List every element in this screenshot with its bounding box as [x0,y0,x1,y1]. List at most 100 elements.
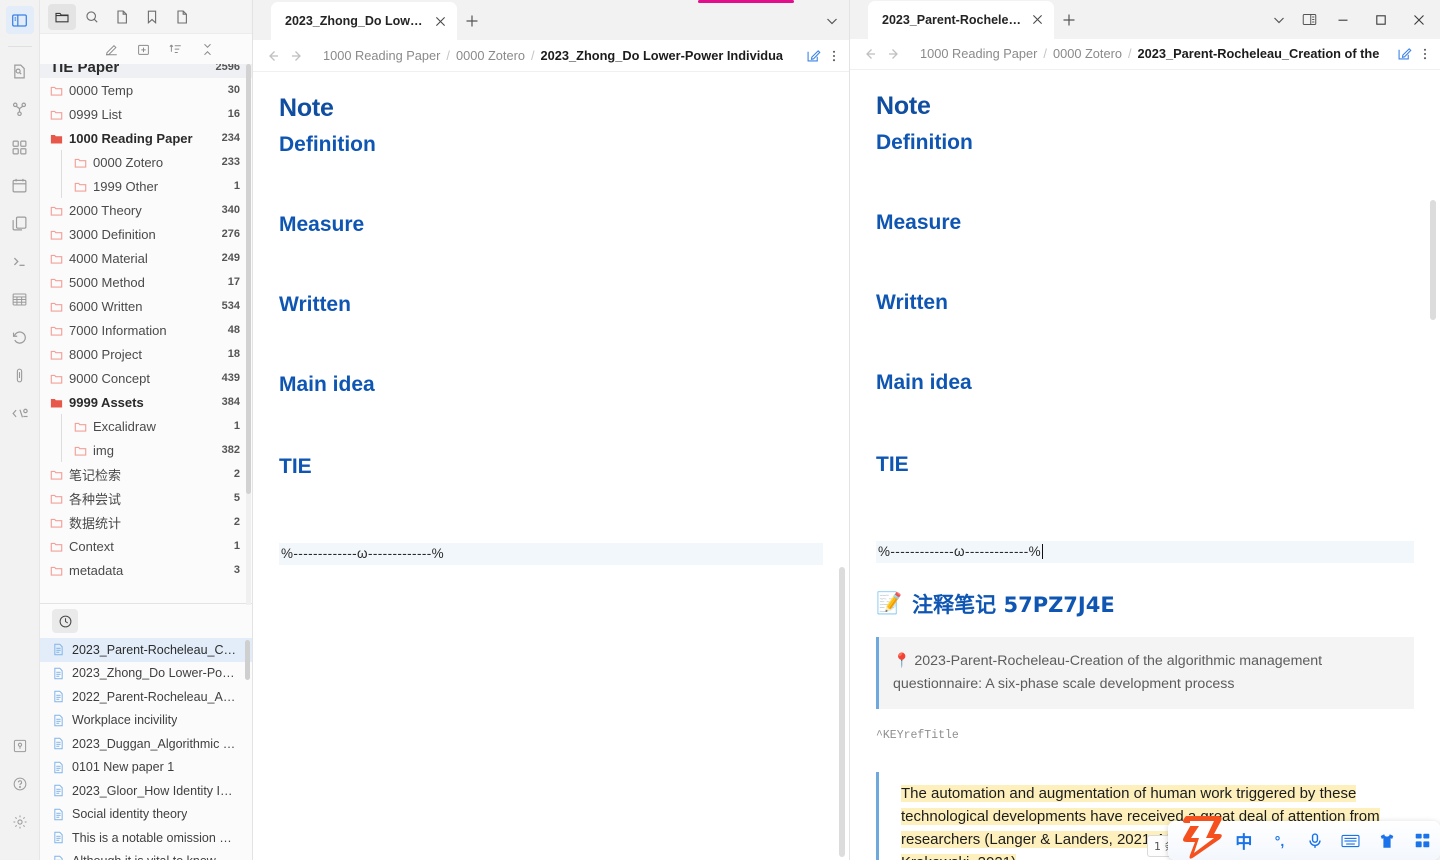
recent-item-7[interactable]: Social identity theory [40,803,252,827]
tree-item-18[interactable]: 数据统计 2 [40,510,252,534]
maximize-icon[interactable] [1362,1,1400,39]
more-vertical-icon[interactable] [1416,42,1434,66]
recent-item-1[interactable]: 2023_Zhong_Do Lower-Power... [40,662,252,686]
folder-icon[interactable] [48,3,76,30]
breadcrumb-crumb-1[interactable]: 1000 Reading Paper [920,46,1037,61]
separator-line[interactable]: %-------------ω-------------% [279,543,823,565]
bookmark-icon[interactable] [138,4,166,30]
minimize-icon[interactable] [1324,1,1362,39]
folder-tree[interactable]: TIE Paper 2596 0000 Temp 30 0999 List 16 1000 … [40,64,252,601]
recent-item-3[interactable]: Workplace incivility [40,709,252,733]
attachment-icon[interactable] [6,361,34,389]
tree-item-9[interactable]: 6000 Written 534 [40,294,252,318]
tree-item-10[interactable]: 7000 Information 48 [40,318,252,342]
arrow-right-icon[interactable] [882,42,906,66]
separator-line[interactable]: %-------------ω-------------% [876,540,1414,563]
recent-item-9[interactable]: Although it is vital to know w... [40,850,252,860]
sidebar-toggle-icon[interactable] [5,6,34,34]
edit-icon[interactable] [100,38,122,60]
tree-item-8[interactable]: 5000 Method 17 [40,270,252,294]
toolbox-icon[interactable] [1404,824,1440,858]
window-close-icon[interactable] [1400,1,1438,39]
tree-item-6[interactable]: 3000 Definition 276 [40,222,252,246]
sort-icon[interactable] [164,38,186,60]
recent-files-list[interactable]: 2023_Parent-Rocheleau_Creati... 2023_Zhon… [40,638,252,860]
tab-parent-rocheleau[interactable]: 2023_Parent-Rochelea... [868,0,1054,39]
left-document-content[interactable]: Note Definition Measure Written Main ide… [253,72,849,860]
terminal-icon[interactable] [6,247,34,275]
tree-item-15[interactable]: img 382 [40,438,252,462]
tree-item-1[interactable]: 0999 List 16 [40,102,252,126]
search-icon[interactable] [78,4,106,30]
tree-item-2[interactable]: 1000 Reading Paper 234 [40,126,252,150]
graph-view-icon[interactable] [6,95,34,123]
folder-icon [50,228,63,241]
plus-icon[interactable] [457,2,487,40]
heading-definition: Definition [279,133,376,156]
blocks-icon[interactable] [6,133,34,161]
arrow-left-icon[interactable] [858,42,882,66]
collapse-icon[interactable] [196,38,218,60]
page-icon[interactable] [168,4,196,30]
punctuation-mode-icon[interactable]: °, [1262,824,1298,858]
tree-item-13[interactable]: 9999 Assets 384 [40,390,252,414]
tree-item-12[interactable]: 9000 Concept 439 [40,366,252,390]
tree-item-20[interactable]: metadata 3 [40,558,252,582]
sogou-logo-icon[interactable] [1172,812,1226,860]
right-pane-scrollbar[interactable] [1430,199,1436,320]
arrow-left-icon[interactable] [261,44,285,68]
document-icon[interactable] [108,4,136,30]
split-pane-icon[interactable] [1294,1,1324,39]
recent-item-5[interactable]: 0101 New paper 1 [40,756,252,780]
tree-item-11[interactable]: 8000 Project 18 [40,342,252,366]
breadcrumb-crumb-2[interactable]: 0000 Zotero [456,48,525,63]
settings-icon[interactable] [6,808,34,836]
copy-icon[interactable] [6,209,34,237]
chevron-down-icon[interactable] [817,2,847,40]
recent-item-4[interactable]: 2023_Duggan_Algorithmic sp... [40,732,252,756]
tree-item-count: 5 [233,492,240,504]
tree-header-row[interactable]: TIE Paper 2596 [40,64,252,78]
sidebar-scrollbar[interactable] [246,64,251,605]
close-icon[interactable] [1028,11,1046,29]
tree-item-14[interactable]: Excalidraw 1 [40,414,252,438]
skin-icon[interactable] [1369,824,1405,858]
help-icon[interactable] [6,770,34,798]
recent-item-0[interactable]: 2023_Parent-Rocheleau_Creati... [40,638,252,662]
tab-zhong[interactable]: 2023_Zhong_Do Lower-... [271,2,457,40]
chevron-down-icon[interactable] [1264,1,1294,39]
chinese-mode-icon[interactable]: 中 [1226,824,1262,858]
tree-item-7[interactable]: 4000 Material 249 [40,246,252,270]
tree-item-16[interactable]: 笔记检索 2 [40,462,252,486]
template-icon[interactable] [6,399,34,427]
arrow-right-icon[interactable] [285,44,309,68]
close-icon[interactable] [431,12,449,30]
soft-keyboard-icon[interactable] [1333,824,1369,858]
recent-item-2[interactable]: 2022_Parent-Rocheleau_Algori... [40,685,252,709]
new-folder-icon[interactable] [132,38,154,60]
table-icon[interactable] [6,285,34,313]
history-icon[interactable] [6,323,34,351]
file-search-icon[interactable] [6,57,34,85]
clock-icon[interactable] [52,609,78,633]
left-pane-scrollbar[interactable] [839,567,845,857]
tree-item-3[interactable]: 0000 Zotero 233 [40,150,252,174]
plus-icon[interactable] [1054,1,1084,39]
tree-item-0[interactable]: 0000 Temp 30 [40,78,252,102]
tree-item-5[interactable]: 2000 Theory 340 [40,198,252,222]
tree-item-4[interactable]: 1999 Other 1 [40,174,252,198]
calendar-icon[interactable] [6,171,34,199]
tree-item-19[interactable]: Context 1 [40,534,252,558]
edit-icon[interactable] [801,44,825,68]
recent-item-6[interactable]: 2023_Gloor_How Identity Imp... [40,779,252,803]
card-icon[interactable] [6,732,34,760]
more-vertical-icon[interactable] [825,44,843,68]
right-document-content[interactable]: Note Definition Measure Written Main ide… [850,69,1440,860]
tree-item-17[interactable]: 各种尝试 5 [40,486,252,510]
breadcrumb-crumb-1[interactable]: 1000 Reading Paper [323,48,440,63]
recent-item-8[interactable]: This is a notable omission bec... [40,826,252,850]
recent-scrollbar[interactable] [245,640,250,680]
edit-icon[interactable] [1392,42,1416,66]
breadcrumb-crumb-2[interactable]: 0000 Zotero [1053,46,1122,61]
voice-input-icon[interactable] [1297,824,1333,858]
